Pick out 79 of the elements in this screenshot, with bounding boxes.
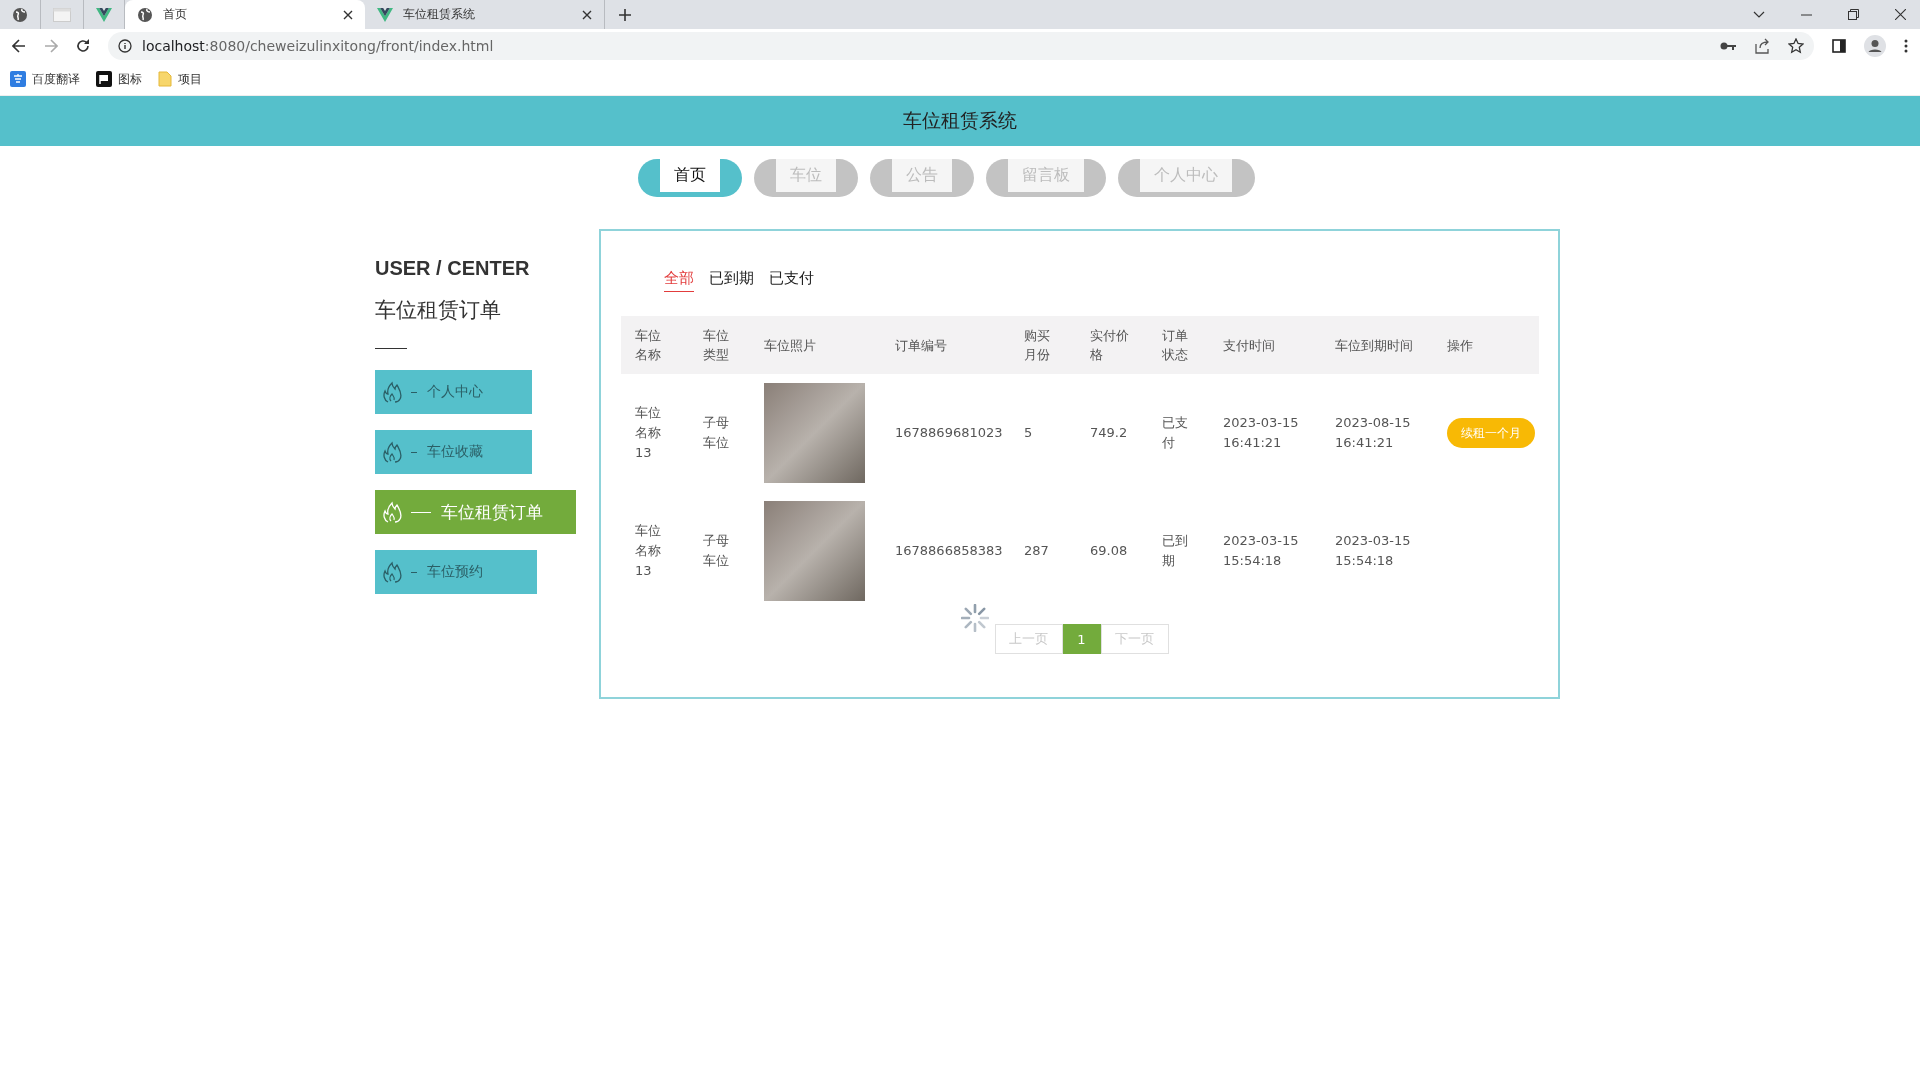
table-cell-text: 2023-03-15 15:54:18 xyxy=(1223,532,1300,570)
column-header: 购买月份 xyxy=(1024,327,1051,364)
table-cell-text: 69.08 xyxy=(1090,542,1129,560)
flame-icon xyxy=(383,441,403,463)
section-heading: USER / CENTER xyxy=(375,257,530,280)
share-icon[interactable] xyxy=(1754,38,1770,54)
restore-icon[interactable] xyxy=(1848,9,1859,20)
reload-icon[interactable] xyxy=(76,39,90,53)
sidebar-item[interactable]: 个人中心 xyxy=(375,370,532,414)
sidebar-item[interactable]: 车位预约 xyxy=(375,550,537,594)
back-icon[interactable] xyxy=(12,39,26,53)
loading-spinner-icon xyxy=(960,604,989,632)
table-cell-text: 1678869681023 xyxy=(895,424,1004,442)
close-icon[interactable] xyxy=(1895,9,1906,20)
folder-icon xyxy=(158,71,172,87)
table-cell-text: 车位名称13 xyxy=(635,522,662,580)
v-logo-icon xyxy=(96,7,112,22)
nav-tab[interactable]: 公告 xyxy=(869,159,974,197)
star-icon[interactable] xyxy=(1788,38,1804,54)
flame-icon xyxy=(383,501,403,523)
bookmark[interactable]: 项目 xyxy=(158,70,202,88)
minimize-icon[interactable] xyxy=(1801,13,1812,16)
table-cell-text: 5 xyxy=(1024,424,1034,442)
table-cell-text: 2023-03-15 15:54:18 xyxy=(1335,532,1412,570)
url-text: localhost:8080/cheweizulinxitong/front/index.html xyxy=(142,38,494,54)
filter-tab[interactable]: 全部 xyxy=(664,269,694,292)
more-menu-icon[interactable] xyxy=(1904,39,1908,53)
profile-icon[interactable] xyxy=(1864,35,1886,57)
column-header: 车位名称 xyxy=(635,327,662,364)
v-logo-icon xyxy=(377,7,393,22)
table-cell-text: 2023-03-15 16:41:21 xyxy=(1223,414,1300,452)
globe-icon xyxy=(12,6,28,23)
renew-button[interactable]: 续租一个月 xyxy=(1447,418,1535,448)
nav-tab[interactable]: 个人中心 xyxy=(1117,159,1255,197)
column-header: 支付时间 xyxy=(1223,336,1276,355)
table-cell-text: 已到期 xyxy=(1162,532,1189,570)
column-header: 车位类型 xyxy=(703,327,730,364)
key-icon[interactable] xyxy=(1720,41,1736,51)
nav-tab[interactable]: 首页 xyxy=(637,159,742,197)
tab-title: 首页 xyxy=(163,6,188,23)
table-cell-text: 子母车位 xyxy=(703,532,730,570)
bookmark[interactable]: 百度翻译 xyxy=(10,70,80,88)
filter-tab[interactable]: 已到期 xyxy=(709,269,754,292)
column-header: 订单编号 xyxy=(895,336,948,355)
column-header: 车位照片 xyxy=(764,336,817,355)
column-header: 订单状态 xyxy=(1162,327,1189,364)
page-subtitle: 车位租赁订单 xyxy=(375,297,501,324)
close-icon[interactable] xyxy=(582,9,592,20)
table-cell-text: 车位名称13 xyxy=(635,404,662,462)
table-cell-text: 2023-08-15 16:41:21 xyxy=(1335,414,1412,452)
sidebar-item[interactable]: 车位收藏 xyxy=(375,430,532,474)
sidebar-item[interactable]: 车位租赁订单 xyxy=(375,490,576,534)
page-icon xyxy=(53,7,71,22)
side-panel-icon[interactable] xyxy=(1832,39,1846,53)
page-number[interactable]: 1 xyxy=(1062,624,1101,654)
globe-icon xyxy=(137,6,153,23)
flag-icon xyxy=(96,71,112,87)
column-header: 实付价格 xyxy=(1090,327,1130,364)
table-cell-text: 287 xyxy=(1024,542,1050,560)
close-icon[interactable] xyxy=(343,9,353,20)
column-header: 操作 xyxy=(1447,336,1474,355)
table-cell-text: 子母车位 xyxy=(703,414,730,452)
nav-tab[interactable]: 车位 xyxy=(753,159,858,197)
table-cell-text: 749.2 xyxy=(1090,424,1129,442)
table-cell-text: 1678866858383 xyxy=(895,542,1004,560)
new-tab-icon[interactable] xyxy=(619,8,631,21)
tab-title: 车位租赁系统 xyxy=(403,6,476,23)
column-header: 车位到期时间 xyxy=(1335,336,1414,355)
browser-tab[interactable]: 首页 xyxy=(125,0,365,29)
chevron-down-icon[interactable] xyxy=(1753,10,1765,19)
site-title: 车位租赁系统 xyxy=(903,108,1017,133)
info-icon xyxy=(118,39,132,53)
translate-icon xyxy=(10,71,26,87)
filter-tab[interactable]: 已支付 xyxy=(769,269,814,292)
bookmark[interactable]: 图标 xyxy=(96,70,142,88)
address-bar[interactable]: localhost:8080/cheweizulinxitong/front/index.html xyxy=(108,32,1814,60)
table-cell-text: 已支付 xyxy=(1162,414,1189,452)
flame-icon xyxy=(383,381,403,403)
flame-icon xyxy=(383,561,403,583)
